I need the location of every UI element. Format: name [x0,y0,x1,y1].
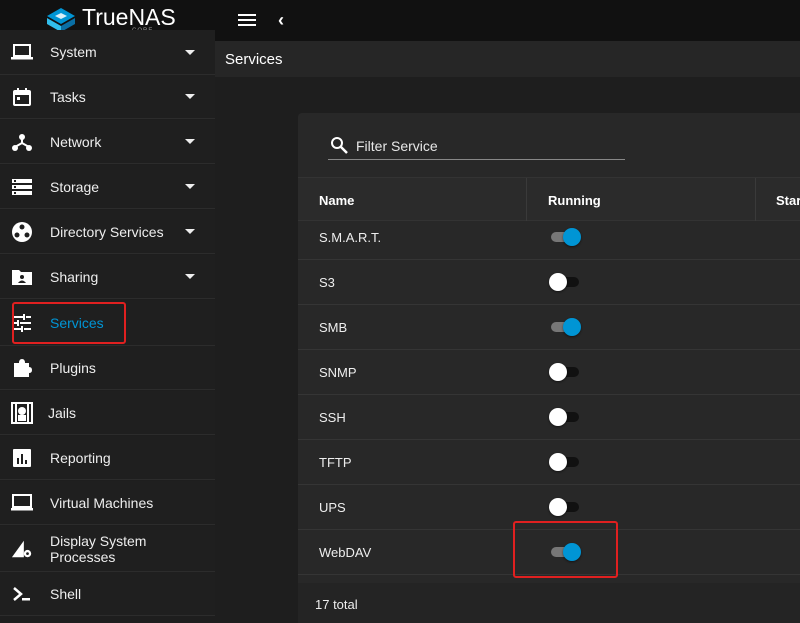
sidebar-item-label: Sharing [50,268,99,285]
sidebar-item-tasks[interactable]: Tasks [0,75,215,119]
service-name: SSH [319,410,346,425]
sidebar-item-label: Directory Services [50,223,164,240]
folder-share-icon [11,266,33,288]
table-footer: 17 total [298,583,800,623]
toggle-thumb [549,498,567,516]
table-row: SMB [298,305,800,350]
chevron-down-icon[interactable] [185,229,195,234]
toggle-thumb [549,408,567,426]
column-header-name[interactable]: Name [319,193,354,208]
processes-icon [11,538,33,560]
storage-icon [11,176,33,198]
column-divider [755,178,756,221]
service-name: SMB [319,320,348,335]
calendar-icon [11,86,33,108]
running-toggle[interactable] [549,362,581,382]
page-title: Services [225,51,283,68]
table-header: Name Running Star [298,177,800,221]
column-divider [526,178,527,221]
filter-service-input[interactable] [356,136,616,156]
sidebar-item-label: Shell [50,585,82,602]
sidebar-item-directory-services[interactable]: Directory Services [0,210,215,254]
table-row: TFTP [298,440,800,485]
chevron-down-icon[interactable] [185,184,195,189]
running-toggle[interactable] [549,272,581,292]
search-icon [331,137,348,154]
sidebar-item-system[interactable]: System [0,30,215,75]
sidebar-item-label: Network [50,133,102,150]
table-row: SNMP [298,350,800,395]
brand-name: TrueNAS [82,4,176,30]
table-row: S.M.A.R.T. [298,221,800,260]
sidebar-item-storage[interactable]: Storage [0,165,215,209]
sidebar-item-label: Plugins [50,359,96,376]
sidebar-item-reporting[interactable]: Reporting [0,436,215,480]
toggle-thumb [563,228,581,246]
sidebar-item-label: Storage [50,178,100,195]
sidebar-item-label: Reporting [50,449,111,466]
laptop-icon [11,41,33,63]
service-name: S.M.A.R.T. [319,230,382,245]
sidebar-item-plugins[interactable]: Plugins [0,346,215,390]
column-header-start-automatically[interactable]: Star [776,193,800,208]
chevron-left-icon[interactable]: ‹ [278,10,284,31]
sidebar-item-jails[interactable]: Jails [0,391,215,435]
highlight-box-webdav-toggle [513,521,618,578]
filter-field[interactable] [328,133,625,160]
sidebar-item-virtual-machines[interactable]: Virtual Machines [0,481,215,525]
network-icon [11,131,33,153]
toggle-thumb [549,273,567,291]
running-toggle[interactable] [549,317,581,337]
computer-icon [11,492,33,514]
sidebar-item-label: Jails [48,404,77,421]
directory-icon [11,221,33,243]
page-header: Services [215,41,800,77]
sidebar-item-label: Virtual Machines [50,494,154,511]
sidebar-item-label: System [50,44,97,60]
sidebar-item-display-system-processes[interactable]: Display System Processes [0,526,215,572]
sidebar-item-shell[interactable]: Shell [0,572,215,616]
service-name: SNMP [319,365,357,380]
sidebar-item-sharing[interactable]: Sharing [0,255,215,299]
toggle-thumb [563,318,581,336]
chevron-down-icon[interactable] [185,274,195,279]
table-row: S3 [298,260,800,305]
total-count: 17 total [315,597,358,612]
chevron-down-icon[interactable] [185,139,195,144]
toggle-thumb [549,453,567,471]
running-toggle[interactable] [549,497,581,517]
console-icon [11,583,33,605]
sidebar-item-label: Tasks [50,88,86,105]
puzzle-icon [11,357,33,379]
hamburger-icon[interactable] [238,11,258,29]
chevron-down-icon[interactable] [185,49,195,55]
highlight-box-services [12,302,126,344]
sidebar-item-label: Display System Processes [50,532,147,565]
chevron-down-icon[interactable] [185,94,195,99]
toggle-thumb [549,363,567,381]
service-name: UPS [319,500,346,515]
service-name: WebDAV [319,545,372,560]
running-toggle[interactable] [549,407,581,427]
sidebar: System Tasks Network Storage Directory S… [0,30,215,623]
chart-icon [11,447,33,469]
jail-icon [11,401,33,424]
running-toggle[interactable] [549,452,581,472]
column-header-running[interactable]: Running [548,193,601,208]
table-row: SSH [298,395,800,440]
service-name: TFTP [319,455,352,470]
running-toggle[interactable] [549,227,581,247]
service-name: S3 [319,275,335,290]
sidebar-item-network[interactable]: Network [0,120,215,164]
